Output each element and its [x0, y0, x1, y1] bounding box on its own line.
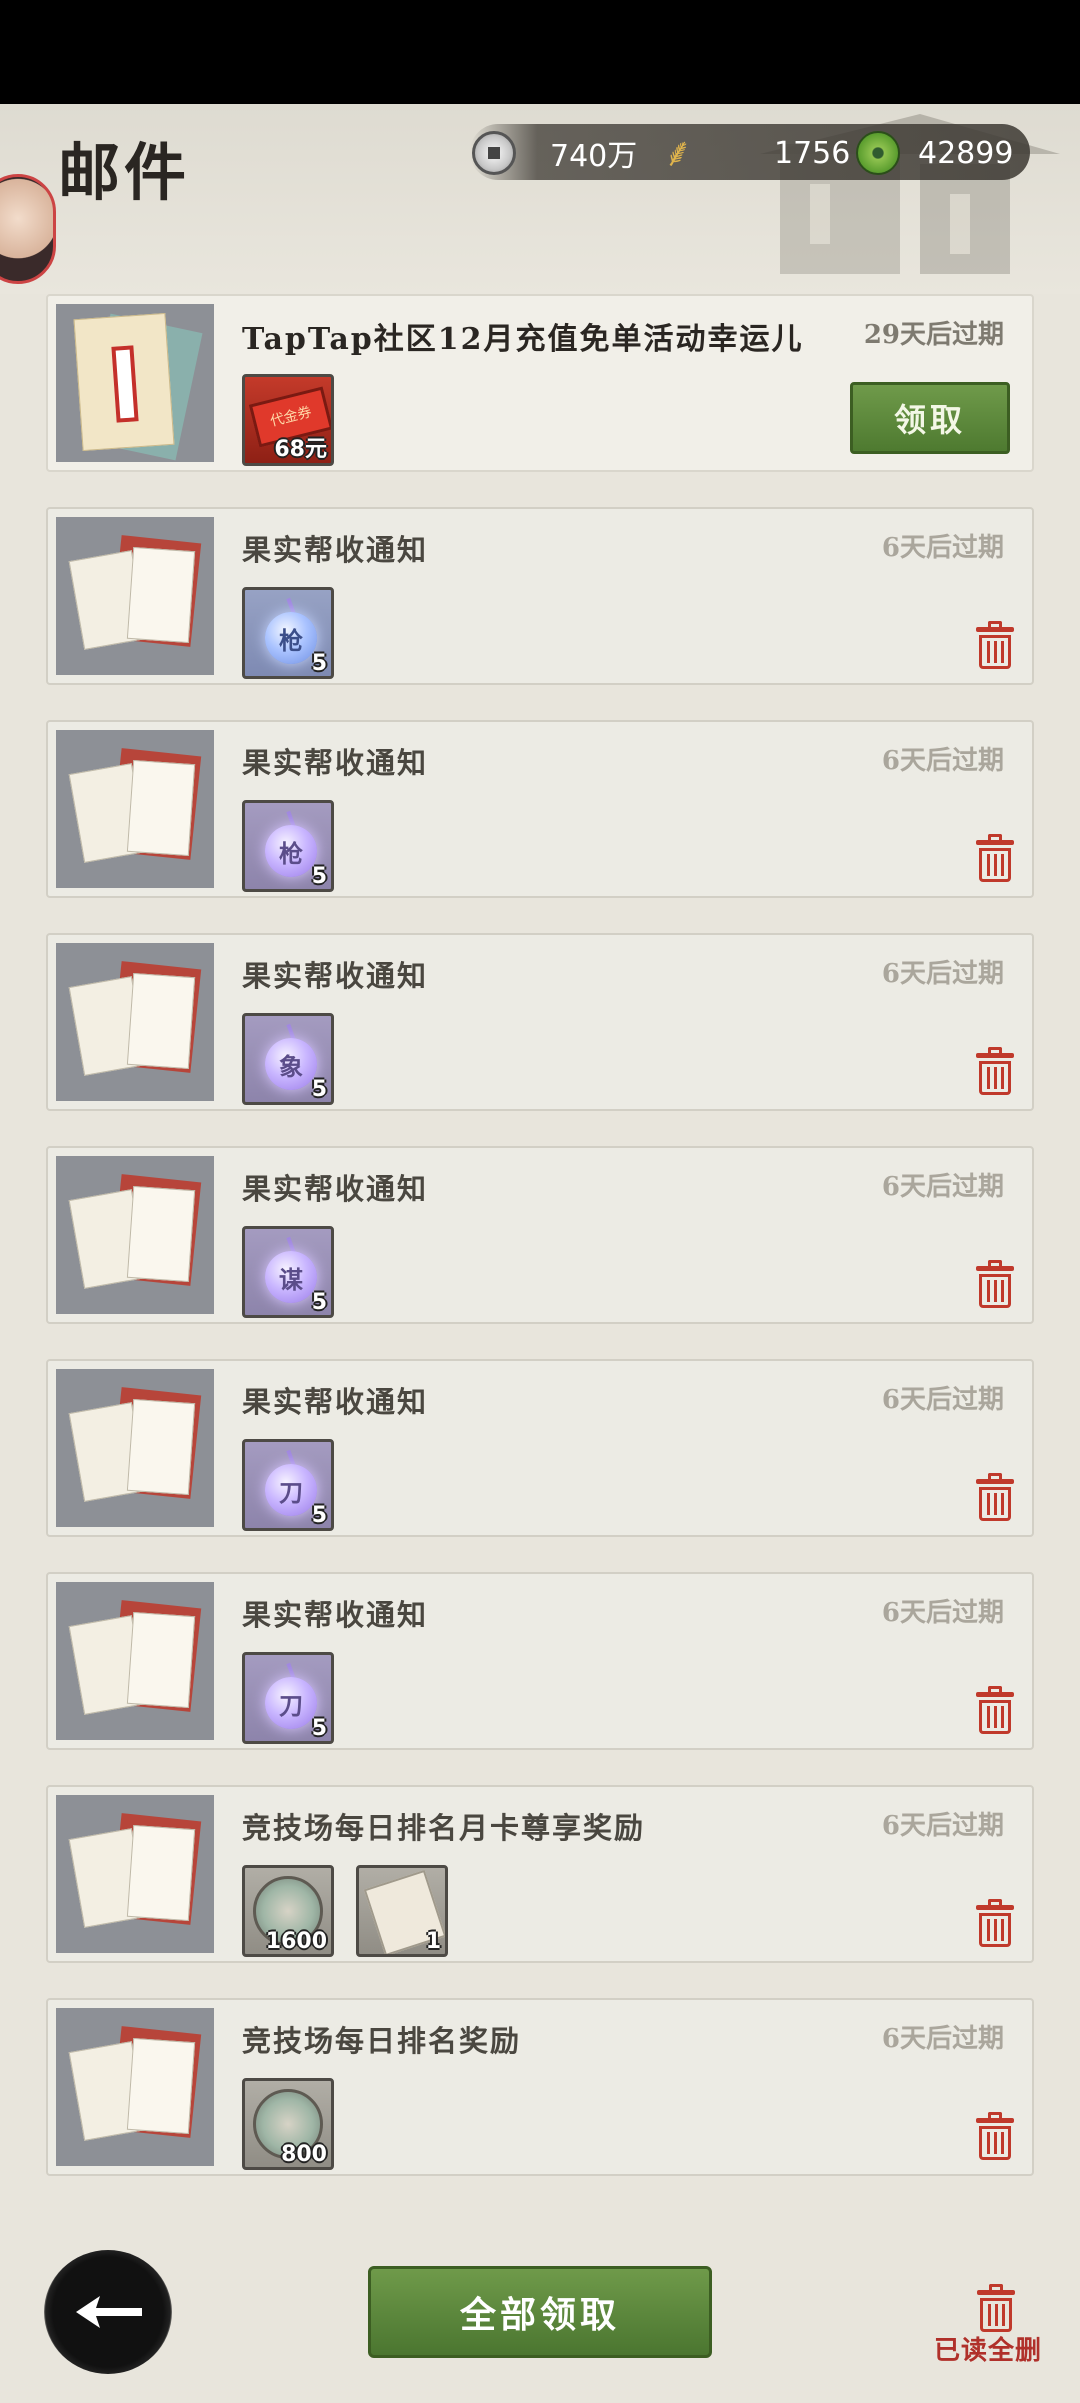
book-icon: [56, 943, 214, 1101]
grain-resource: ⸙ 1756: [650, 130, 850, 176]
orb-character: 刀: [265, 1464, 317, 1516]
mail-expiry: 6天后过期: [881, 746, 1004, 776]
trash-icon[interactable]: [976, 834, 1014, 882]
book-icon: [56, 730, 214, 888]
trash-icon[interactable]: [976, 621, 1014, 669]
item-quantity: 5: [311, 1290, 327, 1315]
mail-subject: TapTap社区12月充值免单活动幸运儿: [242, 322, 804, 357]
mail-expiry: 6天后过期: [881, 2024, 1004, 2054]
grain-amount: 1756: [774, 135, 851, 171]
claim-button[interactable]: 领取: [850, 382, 1010, 454]
wheat-icon: ⸙: [663, 130, 693, 176]
back-arrow-icon: [76, 2296, 142, 2328]
mail-expiry: 6天后过期: [881, 1385, 1004, 1415]
book-icon: [56, 1156, 214, 1314]
trash-icon[interactable]: [976, 1260, 1014, 1308]
orb-character: 枪: [265, 612, 317, 664]
mail-item[interactable]: TapTap社区12月充值免单活动幸运儿 29天后过期 代金券 68元 领取: [46, 294, 1034, 472]
delete-read-label: 已读全删: [934, 2336, 1043, 2366]
delete-read-button[interactable]: 已读全删: [934, 2284, 1058, 2366]
mail-item[interactable]: 竞技场每日排名月卡尊享奖励 6天后过期 1600 1: [46, 1785, 1034, 1963]
trash-icon[interactable]: [976, 1899, 1014, 1947]
orb-character: 谋: [265, 1251, 317, 1303]
claim-all-button[interactable]: 全部领取: [368, 2266, 712, 2358]
fruit-orb-icon[interactable]: 枪 5: [242, 800, 334, 892]
book-icon: [56, 1795, 214, 1953]
mail-subject: 果实帮收通知: [242, 1598, 429, 1632]
dragon-medal-icon[interactable]: 800: [242, 2078, 334, 2170]
book-icon: [56, 517, 214, 675]
book-icon: [56, 2008, 214, 2166]
trash-icon[interactable]: [976, 1686, 1014, 1734]
coin-icon: [472, 131, 516, 175]
mail-expiry: 29天后过期: [863, 320, 1004, 350]
jade-amount: 42899: [918, 135, 1014, 171]
item-quantity: 5: [311, 864, 327, 889]
mail-item[interactable]: 果实帮收通知 6天后过期 象 5: [46, 933, 1034, 1111]
book-icon: [56, 1582, 214, 1740]
header: 邮件 740万 ⸙ 1756 42899: [0, 104, 1080, 294]
item-quantity: 1: [425, 1929, 441, 1954]
mail-item[interactable]: 果实帮收通知 6天后过期 枪 5: [46, 720, 1034, 898]
orb-character: 刀: [265, 1677, 317, 1729]
item-quantity: 5: [311, 1716, 327, 1741]
mail-subject: 果实帮收通知: [242, 533, 429, 567]
voucher-icon[interactable]: 代金券 68元: [242, 374, 334, 466]
mail-subject: 果实帮收通知: [242, 1172, 429, 1206]
mail-item[interactable]: 竞技场每日排名奖励 6天后过期 800: [46, 1998, 1034, 2176]
orb-character: 象: [265, 1038, 317, 1090]
back-button[interactable]: [44, 2250, 172, 2374]
trash-icon[interactable]: [976, 2112, 1014, 2160]
item-quantity: 5: [311, 1077, 327, 1102]
coin-amount: 740万: [550, 139, 638, 174]
jade-coin-icon: [856, 131, 900, 175]
fruit-orb-icon[interactable]: 枪 5: [242, 587, 334, 679]
envelope-icon: [56, 304, 214, 462]
avatar[interactable]: [0, 174, 56, 284]
fruit-orb-icon[interactable]: 刀 5: [242, 1652, 334, 1744]
item-quantity: 800: [281, 2142, 327, 2167]
mail-expiry: 6天后过期: [881, 1598, 1004, 1628]
mail-item[interactable]: 果实帮收通知 6天后过期 刀 5: [46, 1572, 1034, 1750]
item-quantity: 5: [311, 1503, 327, 1528]
mail-subject: 竞技场每日排名月卡尊享奖励: [242, 1811, 646, 1845]
ticket-icon[interactable]: 1: [356, 1865, 448, 1957]
item-quantity: 5: [311, 651, 327, 676]
mail-expiry: 6天后过期: [881, 533, 1004, 563]
mail-item[interactable]: 果实帮收通知 6天后过期 刀 5: [46, 1359, 1034, 1537]
fruit-orb-icon[interactable]: 谋 5: [242, 1226, 334, 1318]
mail-expiry: 6天后过期: [881, 1811, 1004, 1841]
fruit-orb-icon[interactable]: 刀 5: [242, 1439, 334, 1531]
orb-character: 枪: [265, 825, 317, 877]
fruit-orb-icon[interactable]: 象 5: [242, 1013, 334, 1105]
item-quantity: 1600: [265, 1929, 327, 1954]
mail-expiry: 6天后过期: [881, 1172, 1004, 1202]
trash-icon: [977, 2284, 1015, 2332]
mail-item[interactable]: 果实帮收通知 6天后过期 谋 5: [46, 1146, 1034, 1324]
mail-item[interactable]: 果实帮收通知 6天后过期 枪 5: [46, 507, 1034, 685]
book-icon: [56, 1369, 214, 1527]
status-bar: [0, 0, 1080, 104]
mail-subject: 果实帮收通知: [242, 1385, 429, 1419]
mail-subject: 果实帮收通知: [242, 746, 429, 780]
dragon-medal-icon[interactable]: 1600: [242, 1865, 334, 1957]
page-title: 邮件: [58, 136, 191, 209]
mail-subject: 果实帮收通知: [242, 959, 429, 993]
item-quantity: 68元: [274, 437, 327, 462]
trash-icon[interactable]: [976, 1047, 1014, 1095]
mail-expiry: 6天后过期: [881, 959, 1004, 989]
jade-resource: 42899: [856, 130, 1013, 176]
mail-subject: 竞技场每日排名奖励: [242, 2024, 522, 2058]
coin-resource: 740万: [472, 130, 637, 176]
trash-icon[interactable]: [976, 1473, 1014, 1521]
